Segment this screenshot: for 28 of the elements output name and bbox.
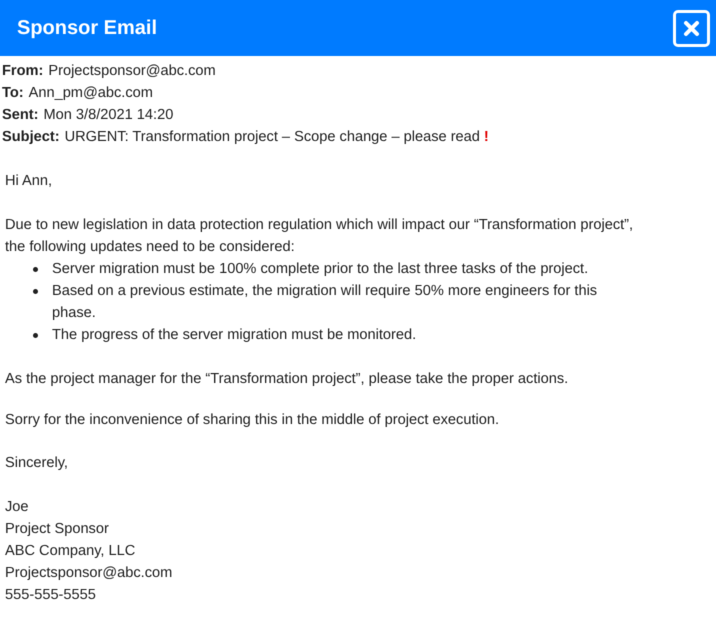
window-title: Sponsor Email [17, 16, 158, 40]
paragraph: Due to new legislation in data protection regulation which will impact our “Transformation project”, the following updates need to be considered: [5, 216, 634, 257]
field-value: URGENT: Transformation project – Scope change – please read [64, 129, 480, 145]
close-icon [683, 20, 700, 36]
signature-line: 555-555-5555 [5, 586, 97, 605]
field-label: From: [2, 63, 44, 79]
bullet-text: Server migration must be 100% complete prior to the last three tasks of the project. [52, 260, 590, 279]
signature-line: ABC Company, LLC [5, 542, 136, 561]
bullet-text: Based on a previous estimate, the migration will require 50% more engineers for this phase. [52, 282, 598, 323]
signature-line: Joe [5, 498, 30, 517]
field-value: Ann_pm@abc.com [28, 85, 153, 101]
bullet-icon [33, 333, 38, 338]
signature-line: Projectsponsor@abc.com [5, 564, 174, 583]
field-label: Sent: [2, 107, 38, 123]
field-value: Projectsponsor@abc.com [48, 63, 216, 79]
field-label: To: [2, 85, 24, 101]
paragraph: Sincerely, [5, 454, 69, 473]
paragraph: As the project manager for the “Transformation project”, please take the proper actions. [5, 370, 570, 389]
greeting: Hi Ann, [5, 172, 54, 191]
bullet-text: The progress of the server migration must be monitored. [52, 326, 418, 345]
close-button[interactable] [673, 10, 710, 46]
urgent-mark: ! [484, 129, 489, 145]
field-label: Subject: [2, 129, 60, 145]
field-value: Mon 3/8/2021 14:20 [43, 107, 174, 123]
paragraph: Sorry for the inconvenience of sharing this in the middle of project execution. [5, 411, 500, 430]
signature-line: Project Sponsor [5, 520, 110, 539]
bullet-icon [33, 289, 38, 294]
bullet-icon [33, 267, 38, 272]
